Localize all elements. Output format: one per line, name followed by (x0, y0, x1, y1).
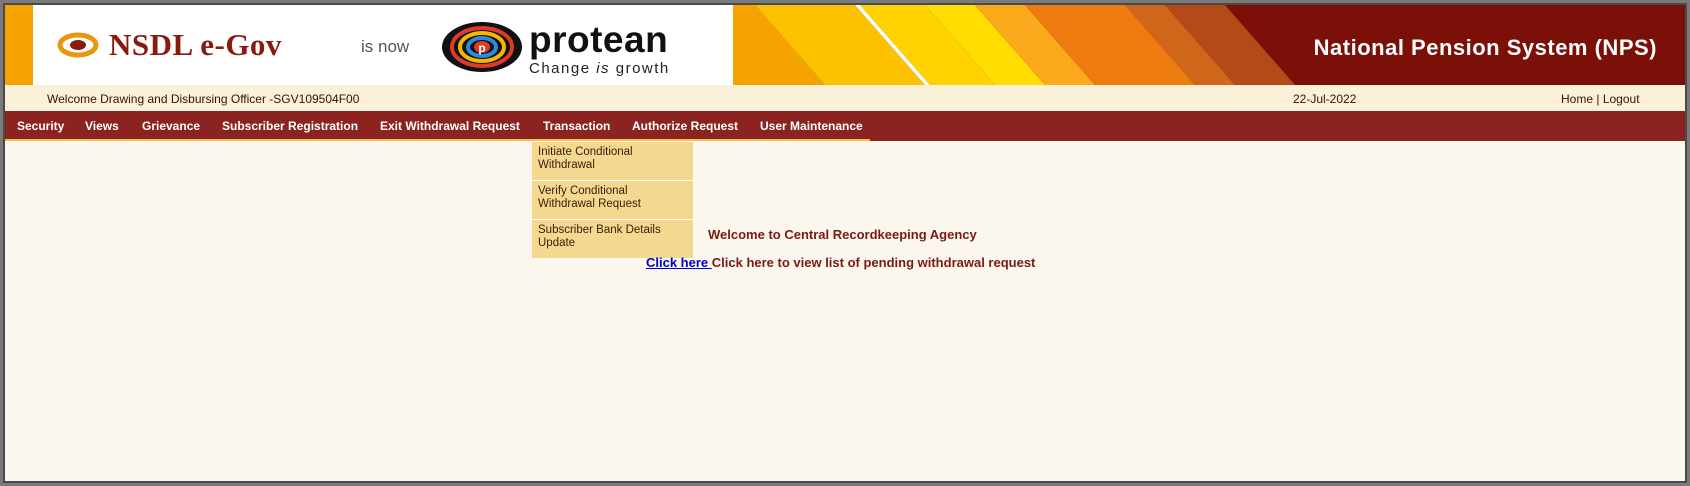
click-here-link[interactable]: Click here (646, 255, 712, 270)
app-frame: NSDL e-Gov is now p protean Change is gr… (3, 3, 1687, 483)
current-date: 22-Jul-2022 (1293, 92, 1357, 106)
nav-underline (5, 139, 870, 141)
logout-link[interactable]: Logout (1603, 92, 1640, 106)
nav-subscriber-registration[interactable]: Subscriber Registration (222, 119, 358, 133)
nav-views[interactable]: Views (85, 119, 119, 133)
nsdl-egov-wordmark: NSDL e-Gov (109, 27, 282, 62)
pending-withdrawal-line: Click here Click here to view list of pe… (646, 255, 1035, 270)
nav-exit-withdrawal-request[interactable]: Exit Withdrawal Request (380, 119, 520, 133)
pending-withdrawal-text: Click here to view list of pending withd… (711, 255, 1036, 270)
home-link[interactable]: Home (1561, 92, 1593, 106)
nav-transaction[interactable]: Transaction (543, 119, 610, 133)
protean-logo-icon: p (442, 22, 522, 72)
link-separator: | (1596, 92, 1600, 106)
menu-item-initiate-conditional-withdrawal[interactable]: Initiate Conditional Withdrawal (532, 142, 693, 181)
protean-wordmark: protean (529, 19, 669, 60)
protean-tagline: Change is growth (529, 60, 670, 77)
header-banner: NSDL e-Gov is now p protean Change is gr… (5, 5, 1685, 85)
nav-security[interactable]: Security (17, 119, 64, 133)
nsdl-swirl-icon (57, 32, 99, 58)
welcome-user-text: Welcome Drawing and Disbursing Officer -… (47, 92, 360, 106)
nav-authorize-request[interactable]: Authorize Request (632, 119, 738, 133)
nav-grievance[interactable]: Grievance (142, 119, 200, 133)
main-nav: Security Views Grievance Subscriber Regi… (5, 111, 1685, 141)
top-links: Home | Logout (1561, 92, 1640, 106)
nav-user-maintenance[interactable]: User Maintenance (760, 119, 863, 133)
nps-title: National Pension System (NPS) (1313, 35, 1657, 60)
menu-item-subscriber-bank-details-update[interactable]: Subscriber Bank Details Update (532, 220, 693, 258)
svg-text:p: p (478, 41, 485, 55)
menu-item-verify-conditional-withdrawal[interactable]: Verify Conditional Withdrawal Request (532, 181, 693, 220)
cra-welcome-heading: Welcome to Central Recordkeeping Agency (708, 227, 977, 242)
info-bar: Welcome Drawing and Disbursing Officer -… (5, 85, 1685, 111)
nsdl-egov-logo: NSDL e-Gov (57, 27, 282, 63)
transaction-dropdown: Initiate Conditional Withdrawal Verify C… (532, 142, 693, 258)
banner-left-strip (5, 5, 33, 85)
is-now-text: is now (361, 37, 410, 56)
